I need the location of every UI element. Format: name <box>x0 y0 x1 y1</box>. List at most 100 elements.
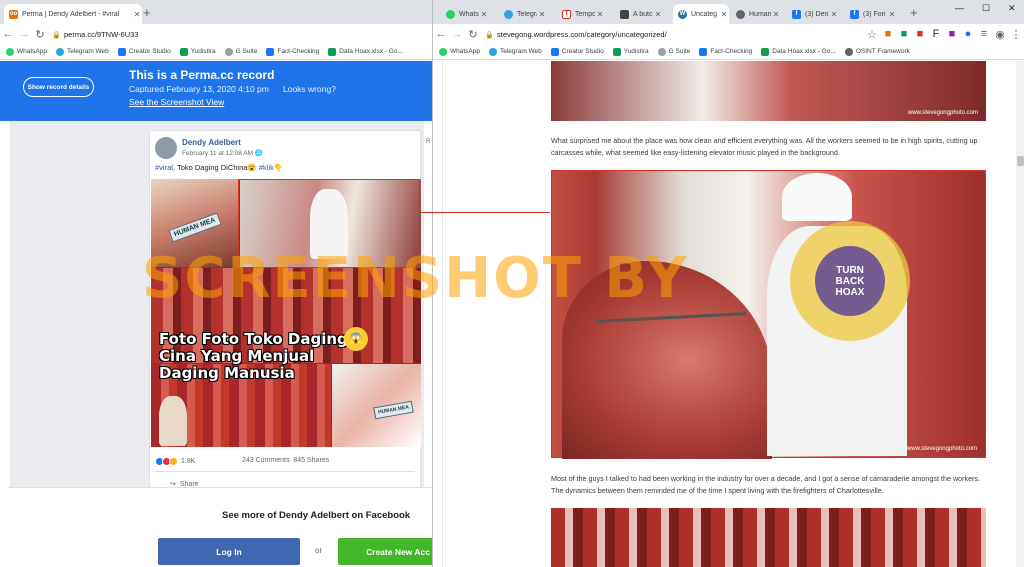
login-button[interactable]: Log In <box>158 538 300 565</box>
close-tab-icon[interactable]: ✕ <box>829 10 839 19</box>
reload-icon[interactable]: ↻ <box>465 28 481 41</box>
reload-icon[interactable]: ↻ <box>32 28 48 41</box>
bookmark-telegram[interactable]: Telegram Web <box>489 47 542 56</box>
show-record-button[interactable]: Show record details <box>23 77 94 97</box>
back-icon[interactable]: ← <box>433 28 449 40</box>
perma-header: Show record details This is a Perma.cc r… <box>0 61 432 121</box>
blog-paragraph: Most of the guys I talked to had been wo… <box>551 474 981 495</box>
globe-icon <box>736 9 745 19</box>
bookmark-star-icon[interactable]: ☆ <box>864 28 880 41</box>
tab-fb-dendy[interactable]: f (3) Den ✕ <box>787 4 839 24</box>
post-author[interactable]: Dendy Adelbert <box>182 138 241 147</box>
avatar[interactable]: ◉ <box>992 28 1008 41</box>
screenshot-view-link[interactable]: See the Screenshot View <box>129 97 224 107</box>
address-bar[interactable]: 🔒 perma.cc/9TNW-6U33 <box>52 27 432 41</box>
bookmark-telegram[interactable]: Telegram Web <box>56 47 109 56</box>
close-tab-icon[interactable]: ✕ <box>132 10 142 19</box>
tab-perma[interactable]: oo Perma | Dendy Adelbert - #viral ✕ <box>4 4 142 24</box>
avatar[interactable] <box>155 137 177 159</box>
maximize-icon[interactable]: ☐ <box>982 3 990 14</box>
extension-icon[interactable]: F <box>928 28 944 40</box>
looks-wrong-link[interactable]: Looks wrong? <box>283 84 336 94</box>
post-date[interactable]: February 11 at 12:08 AM 🌐 <box>182 149 263 157</box>
forward-icon[interactable]: → <box>449 28 465 40</box>
blog-page: www.stevegongphoto.com What surprised me… <box>433 61 1024 567</box>
bookmark-data-hoax[interactable]: Data Hoax.xlsx - Go... <box>761 47 836 56</box>
connector-line <box>420 212 550 213</box>
tab-human[interactable]: Human ✕ <box>731 4 781 24</box>
globe-icon <box>224 47 233 56</box>
bookmark-yudistira[interactable]: Yudistira <box>612 47 649 56</box>
scrollbar[interactable] <box>1016 61 1024 567</box>
share-count[interactable]: 845 Shares <box>293 457 329 464</box>
reaction-count: 1.8K <box>181 458 196 465</box>
blog-photo-butcher[interactable]: TURN BACK HOAX www.stevegongphoto.com <box>551 170 986 459</box>
scrollbar-thumb[interactable] <box>1017 156 1024 166</box>
tab-whatsapp[interactable]: WhatsApp✕ <box>441 4 489 24</box>
hashtag-viral[interactable]: #viral <box>155 163 173 172</box>
see-more-text: See more of Dendy Adelbert on Facebook <box>222 510 411 521</box>
bookmark-creator-studio[interactable]: Creator Studio <box>117 47 171 56</box>
tab-strip: WhatsApp✕ Telegram✕ TTempo✕ A butch✕ WUn… <box>433 0 1024 24</box>
hashtag-klik[interactable]: #klik <box>259 163 274 172</box>
human-meat-label: HUMAN MEA <box>168 212 222 243</box>
tab-title: Human <box>749 10 771 18</box>
human-meat-label-small: HUMAN MEA <box>373 400 414 420</box>
page-gutter <box>433 61 443 567</box>
extension-icon[interactable]: ● <box>960 28 976 40</box>
bookmark-data-hoax[interactable]: Data Hoax.xlsx - Go... <box>328 47 403 56</box>
bookmark-yudistira[interactable]: Yudistira <box>179 47 216 56</box>
new-tab-button[interactable]: + <box>143 6 151 20</box>
lock-icon: 🔒 <box>485 31 494 39</box>
close-window-icon[interactable]: ✕ <box>1008 3 1016 14</box>
tab-tempo[interactable]: T Tempo ✕ <box>557 4 605 24</box>
back-icon[interactable]: ← <box>0 28 16 40</box>
bookmark-whatsapp[interactable]: WhatsApp <box>439 47 480 56</box>
badge-text: HOAX <box>835 286 865 298</box>
page-icon <box>620 9 629 19</box>
badge-text: BACK <box>835 275 865 287</box>
tab-butcher[interactable]: A butch✕ <box>615 4 663 24</box>
url-text: stevegong.wordpress.com/category/uncateg… <box>497 29 667 39</box>
blog-photo-top[interactable]: www.stevegongphoto.com <box>551 61 986 121</box>
turnbackhoax-badge: TURN BACK HOAX <box>815 246 885 316</box>
close-tab-icon[interactable]: ✕ <box>771 10 781 19</box>
forward-icon[interactable]: → <box>16 28 32 40</box>
extension-icon[interactable]: ■ <box>880 28 896 40</box>
bookmark-label: G Suite <box>668 48 691 55</box>
bookmark-fact-checking[interactable]: Fact-Checking <box>699 47 752 56</box>
bookmark-label: Fact-Checking <box>277 48 320 55</box>
perma-icon: oo <box>9 9 18 19</box>
tab-telegram[interactable]: Telegram✕ <box>499 4 547 24</box>
tab-uncategorized[interactable]: W Uncateg ✕ <box>673 4 729 24</box>
wow-icon <box>169 457 178 466</box>
extension-icon[interactable]: ■ <box>944 28 960 40</box>
close-tab-icon[interactable]: ✕ <box>479 10 489 19</box>
close-tab-icon[interactable]: ✕ <box>537 10 547 19</box>
create-account-button[interactable]: Create New Acc <box>338 538 432 565</box>
telegram-icon <box>489 47 497 56</box>
bookmark-whatsapp[interactable]: WhatsApp <box>6 47 47 56</box>
close-tab-icon[interactable]: ✕ <box>719 10 729 19</box>
reaction-summary[interactable]: 1.8K <box>155 457 195 466</box>
bookmark-gsuite[interactable]: G Suite <box>224 47 257 56</box>
minimize-icon[interactable]: — <box>955 3 964 13</box>
close-tab-icon[interactable]: ✕ <box>595 10 605 19</box>
menu-icon[interactable]: ⋮ <box>1008 28 1024 41</box>
bookmark-gsuite[interactable]: G Suite <box>657 47 691 56</box>
bookmark-creator-studio[interactable]: Creator Studio <box>550 47 604 56</box>
bookmark-osint[interactable]: OSINT Framework <box>844 47 910 56</box>
close-tab-icon[interactable]: ✕ <box>887 10 897 19</box>
comments-shares[interactable]: 243 Comments 845 Shares <box>242 457 329 464</box>
tab-fb-fon[interactable]: f (3) Fon ✕ <box>845 4 897 24</box>
close-tab-icon[interactable]: ✕ <box>653 10 663 19</box>
media-icon[interactable]: ≡ <box>976 28 992 40</box>
extension-icon[interactable]: ■ <box>896 28 912 40</box>
new-tab-button[interactable]: + <box>910 6 918 20</box>
bookmark-fact-checking[interactable]: Fact-Checking <box>266 47 320 56</box>
extension-icon[interactable]: ■ <box>912 28 928 40</box>
comment-count[interactable]: 243 Comments <box>242 457 289 464</box>
bookmark-label: Data Hoax.xlsx - Go... <box>339 48 403 55</box>
blog-photo-bottom[interactable] <box>551 508 986 567</box>
address-bar[interactable]: 🔒 stevegong.wordpress.com/category/uncat… <box>485 27 864 41</box>
